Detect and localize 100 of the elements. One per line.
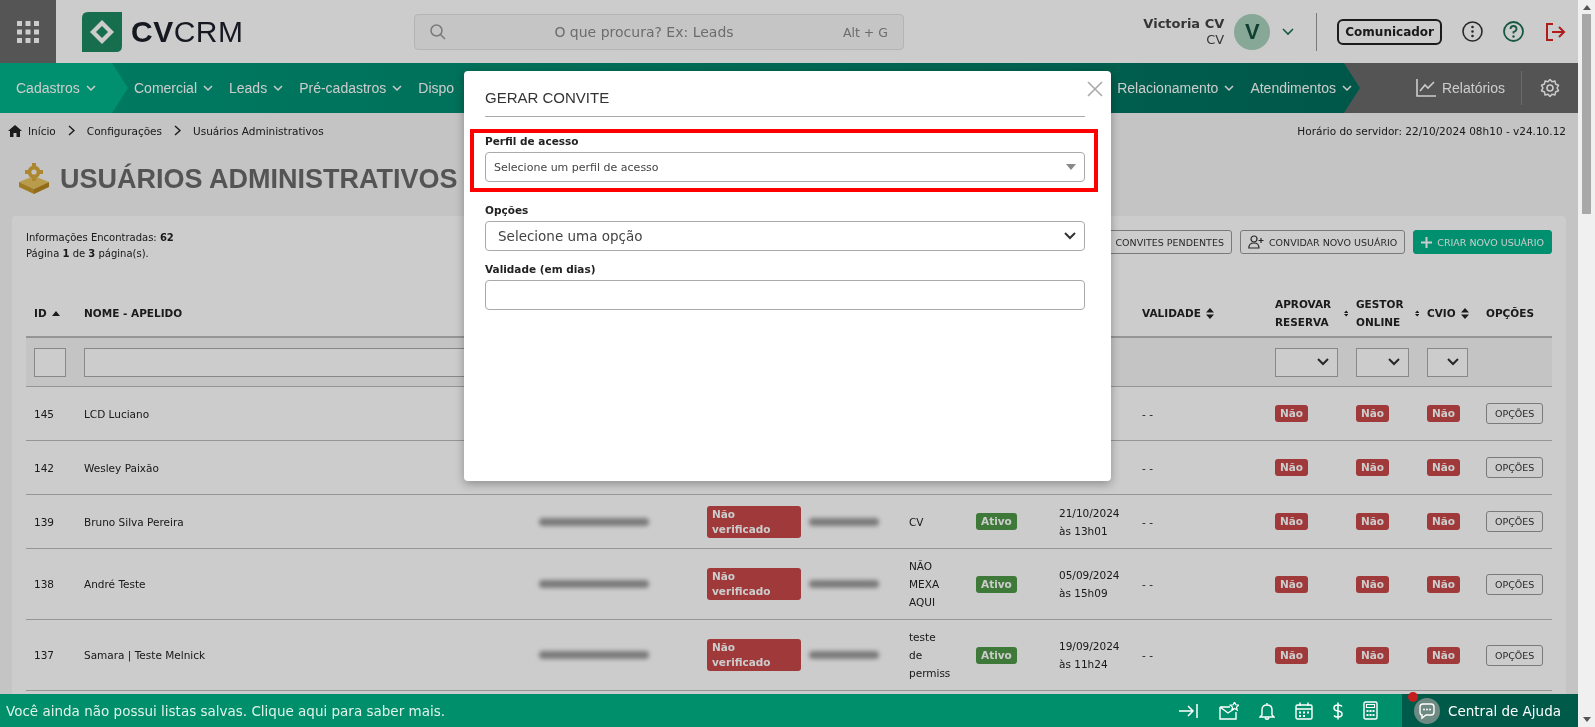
validity-input[interactable] [485, 280, 1085, 310]
home-icon [8, 124, 22, 137]
action-button[interactable]: CONVIDAR NOVO USUÁRIO [1239, 230, 1406, 254]
table-cell-text: - - [1142, 460, 1153, 476]
table-cell-text: 138 [34, 577, 55, 592]
table-cell-text: às 15h09 [1059, 586, 1108, 601]
options-button[interactable]: OPÇÕES [1486, 573, 1544, 595]
sort-icon[interactable] [1460, 307, 1469, 319]
options-button[interactable]: OPÇÕES [1486, 644, 1544, 666]
status-badge: Não [1275, 513, 1309, 530]
nav-menu-item[interactable]: Relacionamento [1117, 63, 1235, 113]
chevron-down-icon [1317, 358, 1329, 366]
scroll-down-icon[interactable] [1582, 717, 1591, 722]
envelope-star-icon[interactable] [1219, 701, 1239, 720]
saved-lists-link[interactable]: Você ainda não possui listas salvas. Clique aqui para saber mais. [0, 702, 445, 719]
column-header[interactable]: VALIDADE [1142, 304, 1201, 322]
chevron-down-icon[interactable] [1282, 27, 1295, 36]
info-icon[interactable] [1462, 21, 1483, 42]
scroll-up-icon[interactable] [1582, 5, 1591, 10]
user-role: CV [1206, 31, 1225, 48]
profile-select[interactable]: Selecione um perfil de acesso [485, 152, 1085, 182]
user-name: Victoria CV [1143, 15, 1225, 32]
column-header[interactable]: CVIO [1427, 304, 1456, 322]
status-badge: Não [1427, 405, 1461, 422]
reports-link[interactable]: Relatórios [1399, 79, 1521, 97]
column-header[interactable]: NOME - APELIDO [84, 304, 183, 322]
arrow-to-line-icon[interactable] [1179, 703, 1199, 718]
help-center-button[interactable]: Central de Ajuda [1402, 694, 1578, 727]
chevron-right-icon [67, 125, 75, 136]
options-button[interactable]: OPÇÕES [1486, 457, 1544, 478]
nav-menu-item[interactable]: Leads [229, 63, 284, 113]
results-summary: Página 1 de 3 página(s). [26, 247, 150, 261]
status-badge: Ativo [976, 575, 1017, 593]
table-cell-text: às 11h24 [1059, 657, 1108, 672]
status-badge: Não [1356, 575, 1390, 593]
status-badge: Não [1356, 646, 1390, 664]
table-cell-text: - - [1142, 514, 1153, 530]
table-cell-text: André Teste [84, 577, 146, 592]
status-badge: Não [1275, 575, 1309, 593]
chevron-down-icon [1388, 358, 1400, 366]
page-title: USUÁRIOS ADMINISTRATIVOS [60, 162, 458, 196]
close-icon[interactable] [1087, 81, 1103, 97]
column-header[interactable]: GESTOR ONLINE [1356, 295, 1410, 331]
breadcrumb-link[interactable]: Usuários Administrativos [193, 124, 324, 137]
server-time: Horário do servidor: 22/10/2024 08h10 - v24.10.12 [1297, 124, 1566, 137]
breadcrumb-link[interactable]: Configurações [86, 124, 163, 137]
table-cell-text: LCD Luciano [84, 406, 150, 422]
table-cell-text: 137 [34, 648, 55, 663]
nav-menu-item[interactable]: Atendimentos [1250, 63, 1352, 113]
bell-icon[interactable] [1259, 701, 1275, 720]
nav-menu-item[interactable]: Pré-cadastros [299, 63, 403, 113]
scrollbar[interactable] [1578, 0, 1595, 727]
scroll-thumb[interactable] [1582, 14, 1591, 214]
status-badge: Ativo [976, 646, 1017, 664]
field-label: Validade (em dias) [485, 263, 597, 275]
sort-icon[interactable] [1205, 307, 1214, 319]
status-badge: Não [1427, 646, 1461, 664]
logo-text: CVCRM [131, 14, 244, 49]
dollar-icon[interactable] [1333, 701, 1343, 720]
table-cell-text: 19/09/2024 [1059, 639, 1120, 654]
add-user-icon [1247, 235, 1264, 249]
search-icon [430, 23, 446, 40]
column-header[interactable]: OPÇÕES [1486, 304, 1534, 322]
chevron-down-icon [1447, 358, 1459, 366]
status-badge: Não [1427, 459, 1461, 476]
plus-icon [1421, 236, 1433, 248]
status-badge: Não [1356, 513, 1390, 530]
table-cell-text: 139 [34, 514, 55, 530]
field-label: Opções [485, 204, 530, 216]
table-cell-text: - - [1142, 406, 1153, 422]
table-cell-text: teste de permiss [909, 630, 951, 681]
column-header[interactable]: APROVAR RESERVA [1275, 295, 1339, 331]
table-cell-text: 145 [34, 406, 55, 422]
status-badge: Não verificado [707, 505, 801, 538]
logout-icon[interactable] [1544, 21, 1566, 42]
grid-icon [17, 20, 39, 43]
breadcrumb-link[interactable]: Início [28, 124, 56, 137]
nav-menu-item[interactable]: Dispo [418, 63, 455, 113]
table-cell-text: NÃO MEXA AQUI [909, 559, 940, 610]
status-badge: Não [1427, 513, 1461, 530]
options-select[interactable]: Selecione uma opção [485, 221, 1085, 251]
chat-bubble-icon [1414, 697, 1440, 724]
calendar-icon[interactable] [1295, 701, 1313, 720]
table-cell-text: - - [1142, 577, 1153, 592]
table-cell-text: - - [1142, 648, 1153, 663]
calculator-icon[interactable] [1363, 701, 1378, 720]
sort-ascending-icon[interactable] [51, 310, 60, 316]
communicator-button[interactable]: Comunicador [1337, 18, 1442, 45]
filter-select[interactable] [1427, 347, 1468, 377]
table-cell-text: Bruno Silva Pereira [84, 514, 184, 530]
options-button[interactable]: OPÇÕES [1486, 511, 1544, 532]
options-button[interactable]: OPÇÕES [1486, 403, 1544, 424]
help-icon[interactable] [1503, 21, 1524, 42]
avatar[interactable]: V [1234, 13, 1271, 50]
apps-menu-button[interactable] [0, 0, 56, 63]
caret-down-icon [1066, 164, 1076, 170]
table-cell-text: Wesley Paixão [84, 460, 159, 476]
dialog-title: GERAR CONVITE [485, 89, 610, 106]
column-header[interactable]: ID [34, 304, 47, 322]
filter-input[interactable] [34, 347, 66, 377]
